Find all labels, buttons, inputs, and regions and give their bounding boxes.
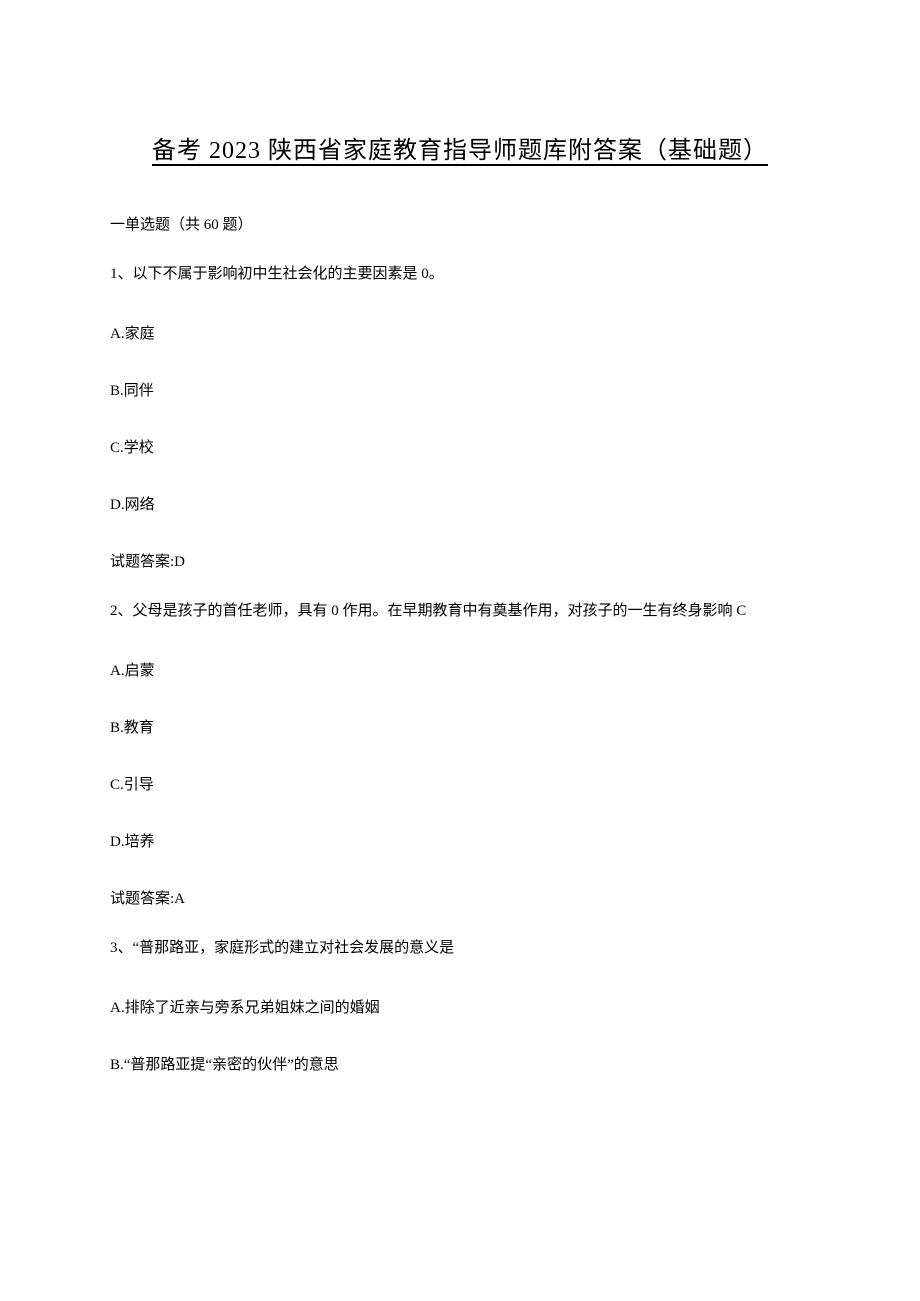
question-1-option-c: C.学校 [110,436,810,457]
question-2-option-b: B.教育 [110,716,810,737]
question-3-text: 3、“普那路亚，家庭形式的建立对社会发展的意义是 [110,936,810,960]
question-1-answer: 试题答案:D [110,550,810,571]
section-header: 一单选题（共 60 题） [110,213,810,234]
question-1-option-d: D.网络 [110,493,810,514]
question-1-option-a: A.家庭 [110,322,810,343]
document-title: 备考 2023 陕西省家庭教育指导师题库附答案（基础题） [110,130,810,165]
question-3-option-a: A.排除了近亲与旁系兄弟姐妹之间的婚姻 [110,996,810,1017]
question-1-option-b: B.同伴 [110,379,810,400]
question-2-option-d: D.培养 [110,830,810,851]
question-3-option-b: B.“普那路亚提“亲密的伙伴”的意思 [110,1053,810,1074]
question-1-text: 1、以下不属于影响初中生社会化的主要因素是 0。 [110,262,810,286]
question-2-text: 2、父母是孩子的首任老师，具有 0 作用。在早期教育中有奠基作用，对孩子的一生有… [110,599,810,623]
question-2-option-c: C.引导 [110,773,810,794]
question-2-option-a: A.启蒙 [110,659,810,680]
question-2-answer: 试题答案:A [110,887,810,908]
